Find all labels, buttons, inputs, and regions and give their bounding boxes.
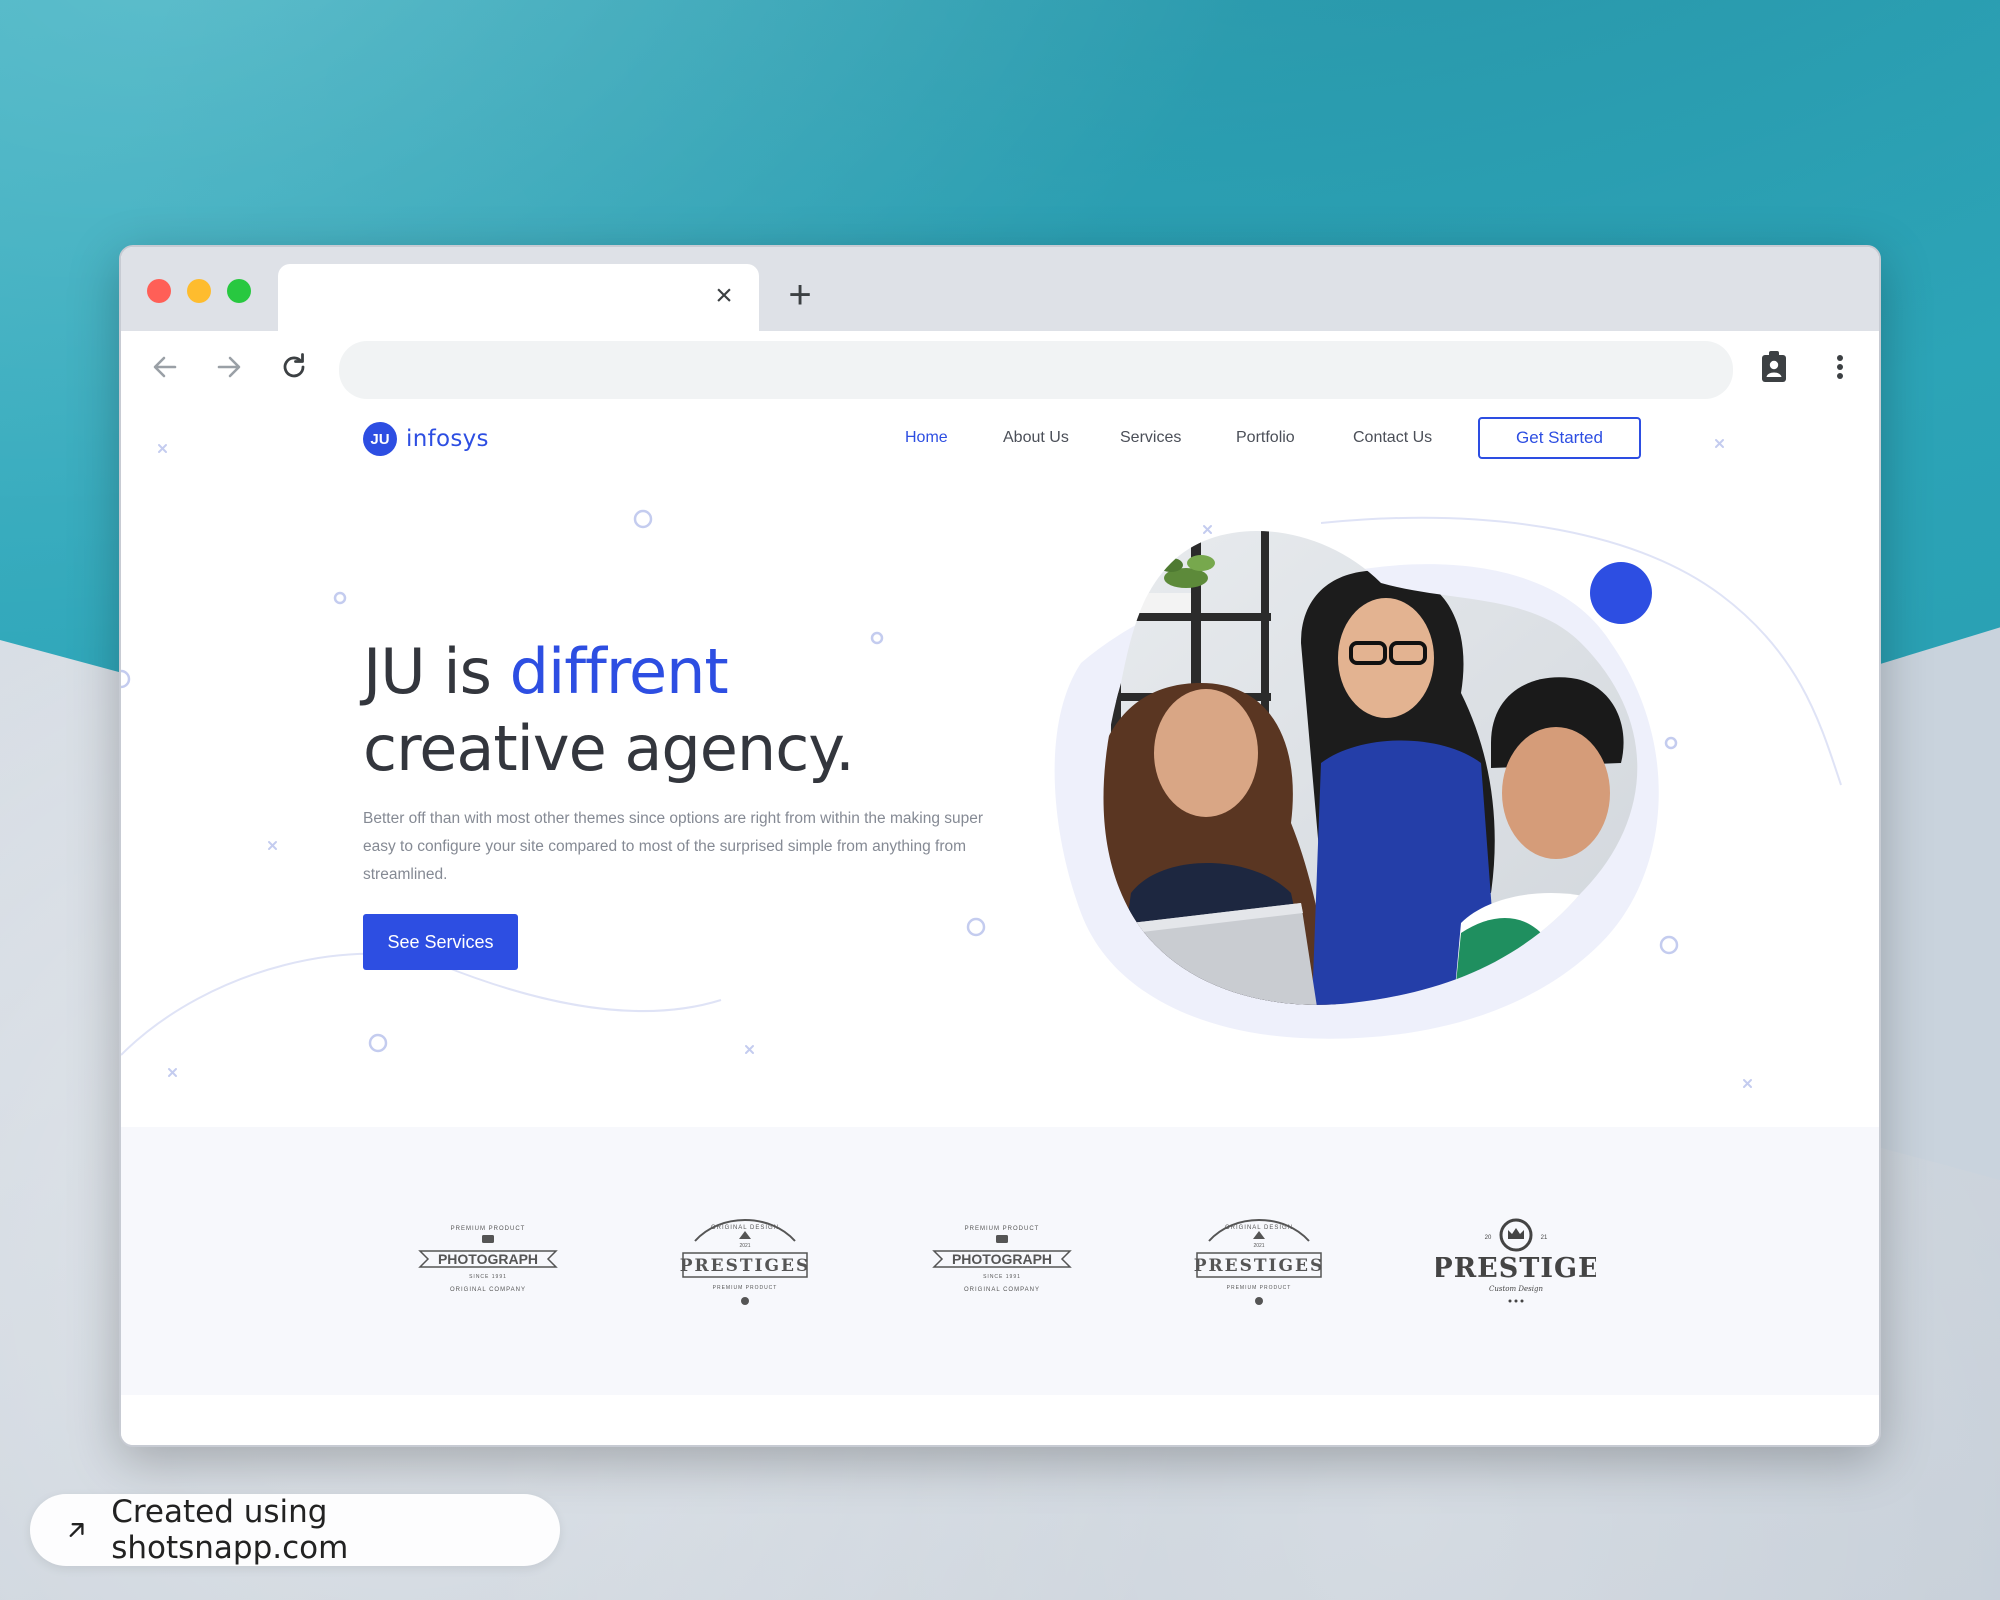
watermark-text: Created using shotsnapp.com [111,1494,349,1566]
brand-4-name: PRESTIGES [1194,1256,1325,1276]
brand-5-name: PRESTIGE [1436,1253,1596,1284]
brand-3-top: PREMIUM PRODUCT [965,1226,1040,1232]
hero-title-line2: creative agency. [363,712,855,785]
brand-1-name: PHOTOGRAPH [438,1251,538,1267]
hero-title: JU is diffrent creative agency. [363,633,1063,787]
zoom-window-button[interactable] [227,279,251,303]
brand-4-top: ORIGINAL DESIGN [1225,1225,1293,1231]
active-tab[interactable]: × [278,264,759,331]
brand-3-bottom: ORIGINAL COMPANY [964,1287,1040,1293]
browser-window: × + JU infosys Home About Us Services Po… [119,245,1881,1447]
external-arrow-icon [69,1523,84,1537]
new-tab-icon[interactable]: + [783,275,817,315]
brand-logo-prestige: 20 21 PRESTIGE Custom Design [1436,1205,1596,1325]
kebab-menu-icon[interactable] [1821,348,1859,386]
get-started-button[interactable]: Get Started [1478,417,1641,459]
forward-arrow-icon[interactable] [211,349,247,385]
brand-4-middle: 2021 [1253,1243,1264,1249]
brand-3-middle: SINCE 1991 [983,1274,1021,1280]
brand-2-bottom: PREMIUM PRODUCT [713,1285,778,1291]
brand-1-middle: SINCE 1991 [469,1274,507,1280]
nav-services[interactable]: Services [1120,429,1181,447]
brand-2-middle: 2021 [739,1243,750,1249]
main-nav: Home About Us Services Portfolio Contact… [121,417,1879,461]
brand-4-bottom: PREMIUM PRODUCT [1227,1285,1292,1291]
brand-5-middle: 21 [1541,1235,1548,1241]
close-tab-icon[interactable]: × [709,281,739,311]
brand-1-bottom: ORIGINAL COMPANY [450,1287,526,1293]
profile-badge-icon[interactable] [1755,348,1793,386]
brand-logo-prestiges: ORIGINAL DESIGN 2021 PRESTIGES PREMIUM P… [665,1205,825,1325]
brand-5-bottom: Custom Design [1489,1285,1543,1293]
address-bar[interactable] [339,341,1733,399]
brand-logo-photograph: PREMIUM PRODUCT PHOTOGRAPH SINCE 1991 OR… [408,1205,568,1325]
hero-title-prefix: JU is [363,635,510,708]
nav-portfolio[interactable]: Portfolio [1236,429,1295,447]
nav-about-us[interactable]: About Us [1003,429,1069,447]
hero-description: Better off than with most other themes s… [363,810,984,883]
reload-icon[interactable] [276,349,312,385]
back-arrow-icon[interactable] [147,349,183,385]
brand-logo-prestiges-2: ORIGINAL DESIGN 2021 PRESTIGES PREMIUM P… [1179,1205,1339,1325]
web-page: JU infosys Home About Us Services Portfo… [121,405,1879,1445]
tab-bar: × + [121,247,1879,331]
nav-home[interactable]: Home [905,429,948,447]
brand-5-top: 20 [1485,1235,1492,1241]
brand-3-name: PHOTOGRAPH [952,1251,1052,1267]
minimize-window-button[interactable] [187,279,211,303]
shotsnapp-watermark[interactable]: Created using shotsnapp.com [30,1494,560,1566]
see-services-button[interactable]: See Services [363,914,518,970]
nav-contact-us[interactable]: Contact Us [1353,429,1432,447]
brand-2-top: ORIGINAL DESIGN [711,1225,779,1231]
brand-logo-photograph-2: PREMIUM PRODUCT PHOTOGRAPH SINCE 1991 OR… [922,1205,1082,1325]
hero-accent-dot [1590,562,1652,624]
hero-image [1054,530,1659,1039]
close-window-button[interactable] [147,279,171,303]
brand-1-top: PREMIUM PRODUCT [451,1226,526,1232]
hero-title-accent: diffrent [509,635,729,708]
browser-toolbar [121,331,1879,407]
brand-2-name: PRESTIGES [680,1256,811,1276]
brand-strip: PREMIUM PRODUCT PHOTOGRAPH SINCE 1991 OR… [121,1127,1879,1395]
